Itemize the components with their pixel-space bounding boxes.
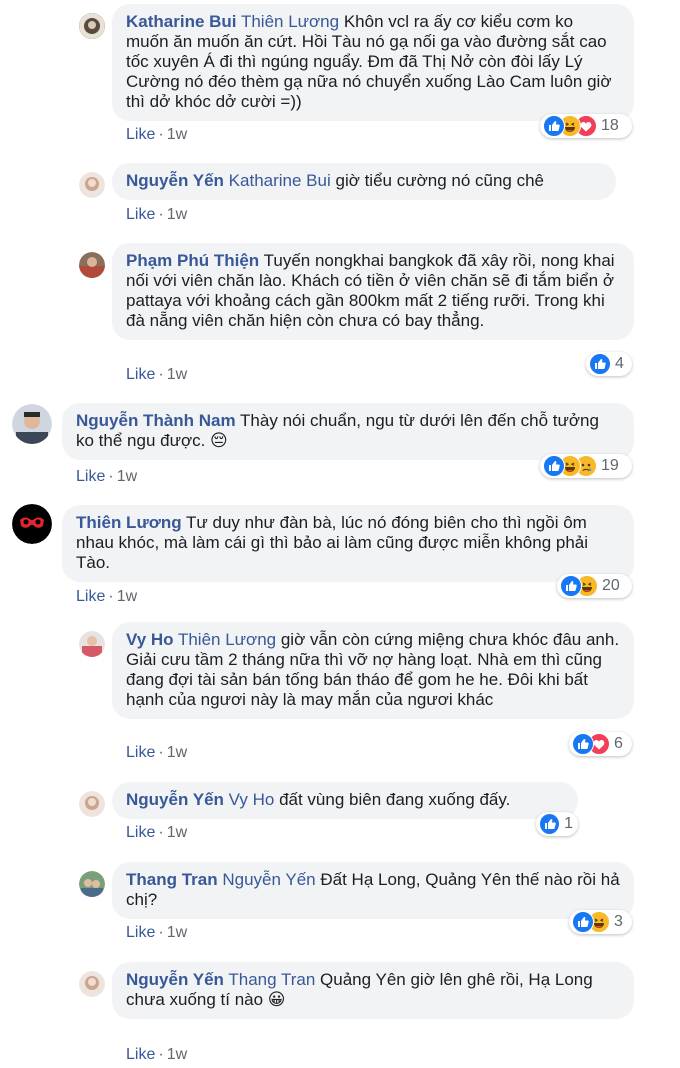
avatar[interactable]	[12, 404, 52, 444]
avatar[interactable]	[79, 631, 105, 657]
like-reaction-icon	[543, 115, 565, 137]
comment-bubble: Nguyễn Thành Nam Thày nói chuẩn, ngu từ …	[62, 403, 634, 460]
like-link[interactable]: Like	[126, 366, 155, 383]
comment-bubble: Vy Ho Thiên Lương giờ vẫn còn cứng miệng…	[112, 622, 634, 719]
like-reaction-icon	[572, 733, 594, 755]
reaction-count: 19	[601, 457, 619, 474]
like-link[interactable]: Like	[76, 588, 105, 605]
comment-bubble: Nguyễn Yến Thang Tran Quảng Yên giờ lên …	[112, 962, 634, 1019]
reaction-summary[interactable]: 6	[569, 732, 632, 756]
comment-actions: Like · 1w	[126, 206, 188, 223]
avatar[interactable]	[79, 172, 105, 198]
reaction-count: 18	[601, 117, 619, 134]
timestamp[interactable]: 1w	[167, 924, 187, 941]
reaction-summary[interactable]: 3	[569, 910, 632, 934]
like-link[interactable]: Like	[126, 206, 155, 223]
comment-text: đất vùng biên đang xuống đấy.	[279, 790, 511, 809]
mentioned-user[interactable]: Thiên Lương	[241, 12, 339, 31]
avatar[interactable]	[79, 252, 105, 278]
comment-bubble: Katharine Bui Thiên Lương Khôn vcl ra ấy…	[112, 4, 634, 121]
comment-actions: Like · 1w	[126, 1046, 188, 1063]
like-link[interactable]: Like	[126, 924, 155, 941]
like-reaction-icon	[572, 911, 594, 933]
reaction-count: 6	[614, 735, 623, 752]
comment-bubble: Nguyễn Yến Vy Ho đất vùng biên đang xuốn…	[112, 782, 578, 819]
comment-bubble: Thang Tran Nguyễn Yến Đất Hạ Long, Quảng…	[112, 862, 634, 919]
like-reaction-icon	[560, 575, 582, 597]
mentioned-user[interactable]: Vy Ho	[229, 790, 275, 809]
comment-actions: Like · 1w	[126, 744, 188, 761]
comment-bubble: Nguyễn Yến Katharine Bui giờ tiểu cường …	[112, 163, 616, 200]
avatar[interactable]	[79, 791, 105, 817]
reaction-summary[interactable]: 19	[540, 454, 632, 478]
comment-bubble: Phạm Phú Thiện Tuyến nongkhai bangkok đã…	[112, 243, 634, 340]
timestamp[interactable]: 1w	[167, 126, 187, 143]
reaction-summary[interactable]: 20	[557, 574, 632, 598]
like-link[interactable]: Like	[76, 468, 105, 485]
mentioned-user[interactable]: Thang Tran	[228, 970, 315, 989]
comment-author[interactable]: Nguyễn Thành Nam	[76, 411, 236, 430]
timestamp[interactable]: 1w	[117, 588, 137, 605]
mentioned-user[interactable]: Nguyễn Yến	[222, 870, 315, 889]
timestamp[interactable]: 1w	[167, 824, 187, 841]
timestamp[interactable]: 1w	[167, 744, 187, 761]
avatar[interactable]	[12, 504, 52, 544]
comment-actions: Like · 1w	[76, 588, 138, 605]
comment-text: giờ tiểu cường nó cũng chê	[335, 171, 545, 190]
mentioned-user[interactable]: Thiên Lương	[178, 630, 276, 649]
reaction-summary[interactable]: 1	[536, 812, 578, 836]
timestamp[interactable]: 1w	[167, 1046, 187, 1063]
comment-author[interactable]: Phạm Phú Thiện	[126, 251, 259, 270]
timestamp[interactable]: 1w	[167, 366, 187, 383]
like-link[interactable]: Like	[126, 1046, 155, 1063]
comment-actions: Like · 1w	[76, 468, 138, 485]
comment-author[interactable]: Nguyễn Yến	[126, 790, 224, 809]
like-link[interactable]: Like	[126, 126, 155, 143]
avatar[interactable]	[79, 871, 105, 897]
like-reaction-icon	[543, 455, 565, 477]
comment-actions: Like · 1w	[126, 824, 188, 841]
reaction-summary[interactable]: 4	[586, 352, 632, 376]
comment-bubble: Thiên Lương Tư duy như đàn bà, lúc nó đó…	[62, 505, 634, 582]
comment-author[interactable]: Vy Ho	[126, 630, 174, 649]
timestamp[interactable]: 1w	[167, 206, 187, 223]
comment-author[interactable]: Nguyễn Yến	[126, 970, 224, 989]
avatar[interactable]	[79, 971, 105, 997]
like-link[interactable]: Like	[126, 824, 155, 841]
comment-author[interactable]: Thang Tran	[126, 870, 218, 889]
reaction-summary[interactable]: 18	[540, 114, 632, 138]
like-reaction-icon	[539, 813, 561, 835]
comment-author[interactable]: Thiên Lương	[76, 513, 182, 532]
comment-author[interactable]: Nguyễn Yến	[126, 171, 224, 190]
like-reaction-icon	[589, 353, 611, 375]
comment-actions: Like · 1w	[126, 366, 188, 383]
timestamp[interactable]: 1w	[117, 468, 137, 485]
comment-actions: Like · 1w	[126, 924, 188, 941]
like-link[interactable]: Like	[126, 744, 155, 761]
reaction-count: 1	[564, 815, 573, 832]
comment-actions: Like · 1w	[126, 126, 188, 143]
mentioned-user[interactable]: Katharine Bui	[229, 171, 331, 190]
reaction-count: 4	[615, 355, 624, 372]
comment-author[interactable]: Katharine Bui	[126, 12, 237, 31]
avatar[interactable]	[79, 13, 105, 39]
reaction-count: 3	[614, 913, 623, 930]
reaction-count: 20	[602, 577, 620, 594]
